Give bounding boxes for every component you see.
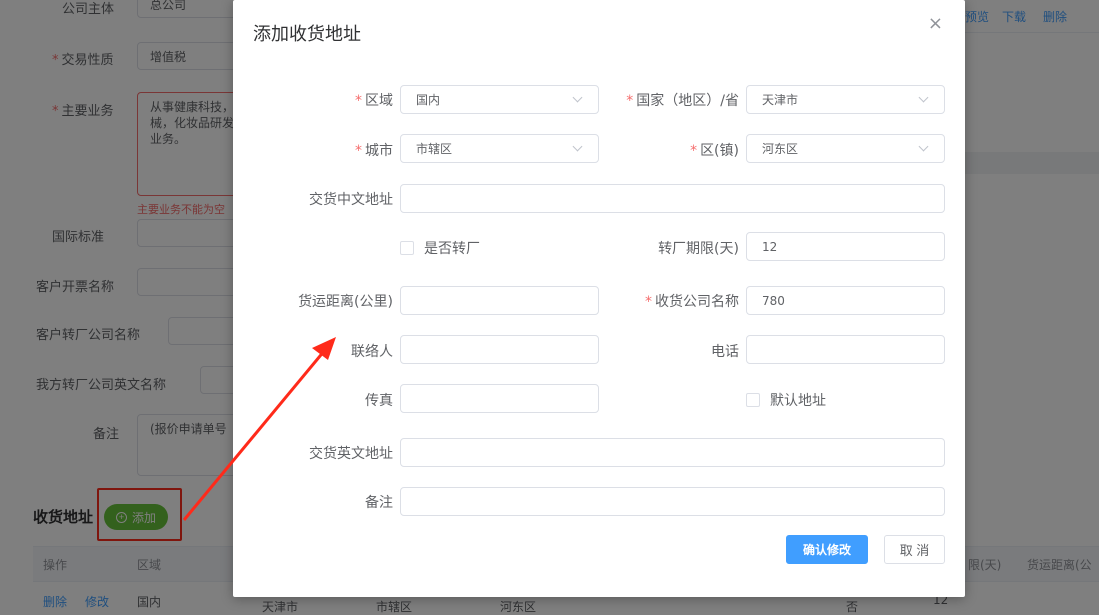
- label-transfer-days: 转厂期限(天): [658, 241, 739, 257]
- fax-input[interactable]: [400, 384, 599, 413]
- chevron-down-icon: [918, 141, 929, 152]
- region-select[interactable]: 国内: [400, 85, 599, 114]
- receiving-company-input[interactable]: 780: [746, 286, 945, 315]
- city-select[interactable]: 市辖区: [400, 134, 599, 163]
- freight-distance-input[interactable]: [400, 286, 599, 315]
- phone-input[interactable]: [746, 335, 945, 364]
- is-transfer-checkbox[interactable]: 是否转厂: [400, 238, 480, 258]
- label-city: * 城市: [355, 143, 393, 159]
- cn-address-input[interactable]: [400, 184, 945, 213]
- label-region: * 区域: [355, 93, 393, 109]
- label-fax: 传真: [365, 393, 393, 409]
- remark-input[interactable]: [400, 487, 945, 516]
- label-receiving-company: * 收货公司名称: [645, 294, 739, 310]
- chevron-down-icon: [918, 92, 929, 103]
- checkbox-box[interactable]: [746, 393, 760, 407]
- checkbox-box[interactable]: [400, 241, 414, 255]
- label-phone: 电话: [711, 344, 739, 360]
- label-remark: 备注: [365, 495, 393, 511]
- label-freight-distance: 货运距离(公里): [298, 294, 393, 310]
- label-contact: 联络人: [351, 344, 393, 360]
- district-select[interactable]: 河东区: [746, 134, 945, 163]
- en-address-input[interactable]: [400, 438, 945, 467]
- close-icon[interactable]: ×: [928, 15, 943, 33]
- label-cn-address: 交货中文地址: [309, 192, 393, 208]
- confirm-button[interactable]: 确认修改: [786, 535, 868, 564]
- country-province-select[interactable]: 天津市: [746, 85, 945, 114]
- label-en-address: 交货英文地址: [309, 446, 393, 462]
- contact-input[interactable]: [400, 335, 599, 364]
- transfer-days-input[interactable]: 12: [746, 232, 945, 261]
- label-country-province: * 国家（地区）/省: [626, 93, 739, 109]
- add-address-dialog: 添加收货地址 × * 区域 国内 * 国家（地区）/省 天津市 * 城市 市辖区 * 区…: [233, 0, 965, 597]
- cancel-button[interactable]: 取 消: [884, 535, 945, 564]
- dialog-title: 添加收货地址: [253, 24, 361, 45]
- label-district: * 区(镇): [690, 143, 739, 159]
- default-address-checkbox[interactable]: 默认地址: [746, 390, 826, 410]
